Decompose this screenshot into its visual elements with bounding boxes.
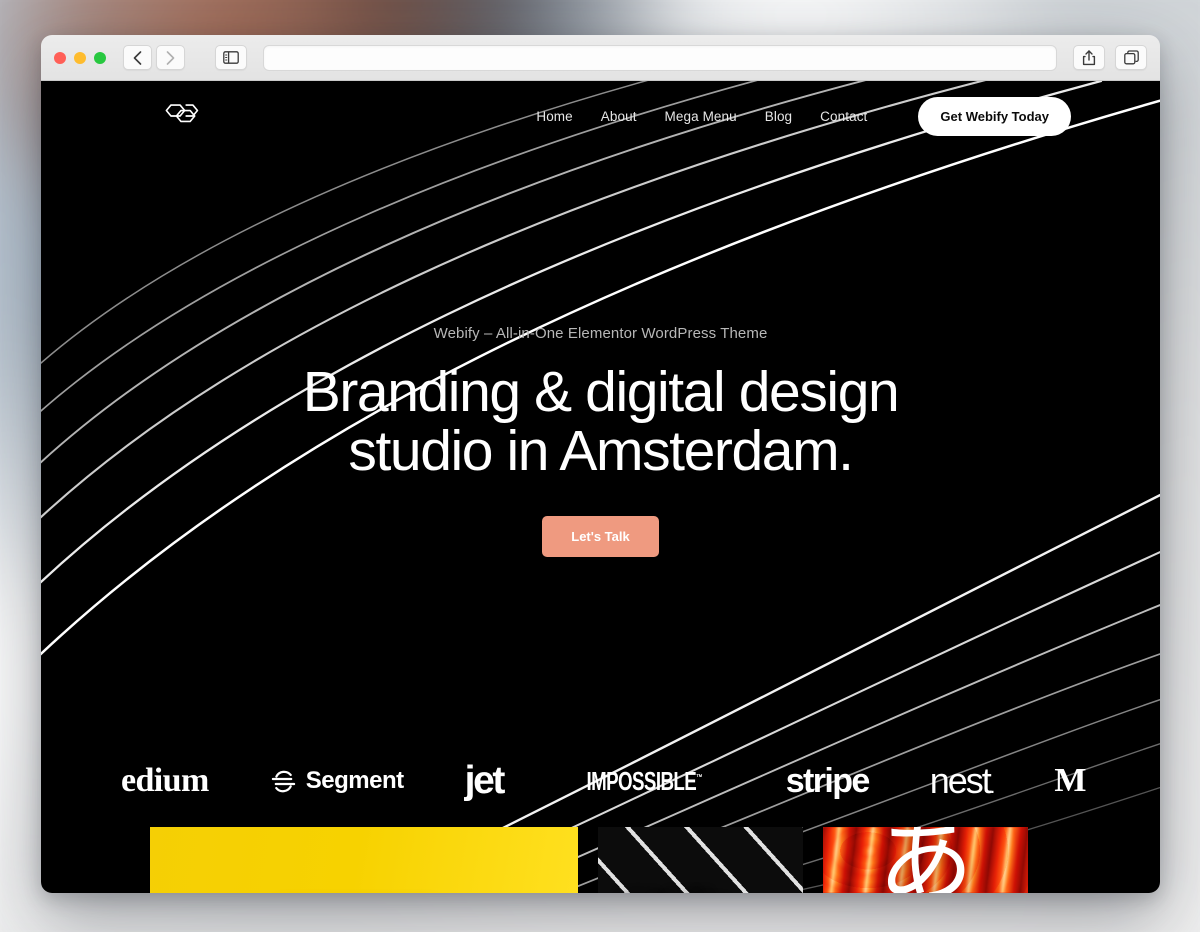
- portfolio-card-webify[interactable]: Webify.: [598, 827, 803, 893]
- share-button[interactable]: [1073, 45, 1105, 70]
- hero-title: Branding & digital design studio in Amst…: [41, 363, 1160, 480]
- hero-section: Webify – All-in-One Elementor WordPress …: [41, 151, 1160, 558]
- nav-item-blog[interactable]: Blog: [765, 109, 792, 124]
- close-window-button[interactable]: [54, 51, 66, 64]
- client-logo-impossible: IMPOSSIBLE™: [564, 766, 725, 797]
- chevron-right-icon: [166, 50, 175, 65]
- nav-item-about[interactable]: About: [601, 109, 637, 124]
- hero-title-line-1: Branding & digital design: [302, 360, 900, 424]
- segment-icon: [271, 770, 295, 792]
- client-logo-medium-right: M: [1054, 762, 1086, 800]
- portfolio-card-kanji-art[interactable]: あ: [823, 827, 1028, 893]
- address-bar[interactable]: [263, 44, 1057, 71]
- portfolio-strip: PSD MOCK-UP SMART OBJECTS / HIGH-RES. / …: [41, 827, 1160, 893]
- chevron-left-icon: [133, 50, 142, 65]
- tab-overview-icon: [1123, 50, 1139, 65]
- medium-wordmark: edium: [121, 762, 209, 799]
- client-logo-strip: edium Segment jet IMPOSSIBLE™ stripe nes…: [41, 721, 1160, 841]
- tab-overview-button[interactable]: [1115, 45, 1147, 70]
- navigation-buttons: [123, 45, 185, 70]
- nav-item-contact[interactable]: Contact: [820, 109, 867, 124]
- webify-card-title: Webify.: [622, 889, 729, 893]
- share-icon: [1082, 49, 1096, 65]
- nav-item-mega-menu[interactable]: Mega Menu: [665, 109, 737, 124]
- impossible-wordmark: IMPOSSIBLE™: [586, 765, 703, 796]
- sidebar-toggle-button[interactable]: [215, 45, 247, 70]
- client-logo-nest: nest.: [929, 760, 995, 802]
- client-logo-jet: jet: [464, 759, 506, 803]
- site-header: Home About Mega Menu Blog Contact Get We…: [41, 81, 1160, 151]
- lets-talk-button[interactable]: Let's Talk: [542, 516, 659, 558]
- browser-toolbar: [41, 35, 1160, 81]
- forward-button[interactable]: [156, 45, 185, 70]
- client-logo-medium-left: edium: [121, 762, 209, 800]
- get-webify-today-button[interactable]: Get Webify Today: [918, 96, 1071, 136]
- diagonal-stripes-pattern: [598, 827, 803, 893]
- browser-window: Home About Mega Menu Blog Contact Get We…: [41, 35, 1160, 893]
- back-button[interactable]: [123, 45, 152, 70]
- main-navigation: Home About Mega Menu Blog Contact Get We…: [536, 96, 1071, 136]
- page-viewport: Home About Mega Menu Blog Contact Get We…: [41, 81, 1160, 893]
- nest-wordmark: nest.: [929, 760, 995, 801]
- nav-item-home[interactable]: Home: [536, 109, 572, 124]
- medium-wordmark-clipped: M: [1054, 762, 1086, 799]
- desktop-background: Home About Mega Menu Blog Contact Get We…: [0, 0, 1200, 932]
- portfolio-card-psd-mockup[interactable]: PSD MOCK-UP SMART OBJECTS / HIGH-RES. / …: [150, 827, 578, 893]
- kanji-glyph: あ: [877, 827, 974, 893]
- hero-title-line-2: studio in Amsterdam.: [348, 418, 854, 483]
- jet-wordmark: jet: [464, 759, 506, 802]
- client-logo-stripe: stripe: [785, 761, 871, 801]
- webify-hex-logo[interactable]: [160, 101, 202, 131]
- segment-wordmark: Segment: [305, 767, 404, 794]
- window-controls: [54, 51, 113, 64]
- zoom-window-button[interactable]: [94, 51, 106, 64]
- stripe-wordmark: stripe: [785, 761, 871, 800]
- sidebar-icon: [223, 51, 239, 64]
- client-logo-segment: Segment: [270, 767, 404, 795]
- hero-eyebrow: Webify – All-in-One Elementor WordPress …: [433, 325, 768, 342]
- minimize-window-button[interactable]: [74, 51, 86, 64]
